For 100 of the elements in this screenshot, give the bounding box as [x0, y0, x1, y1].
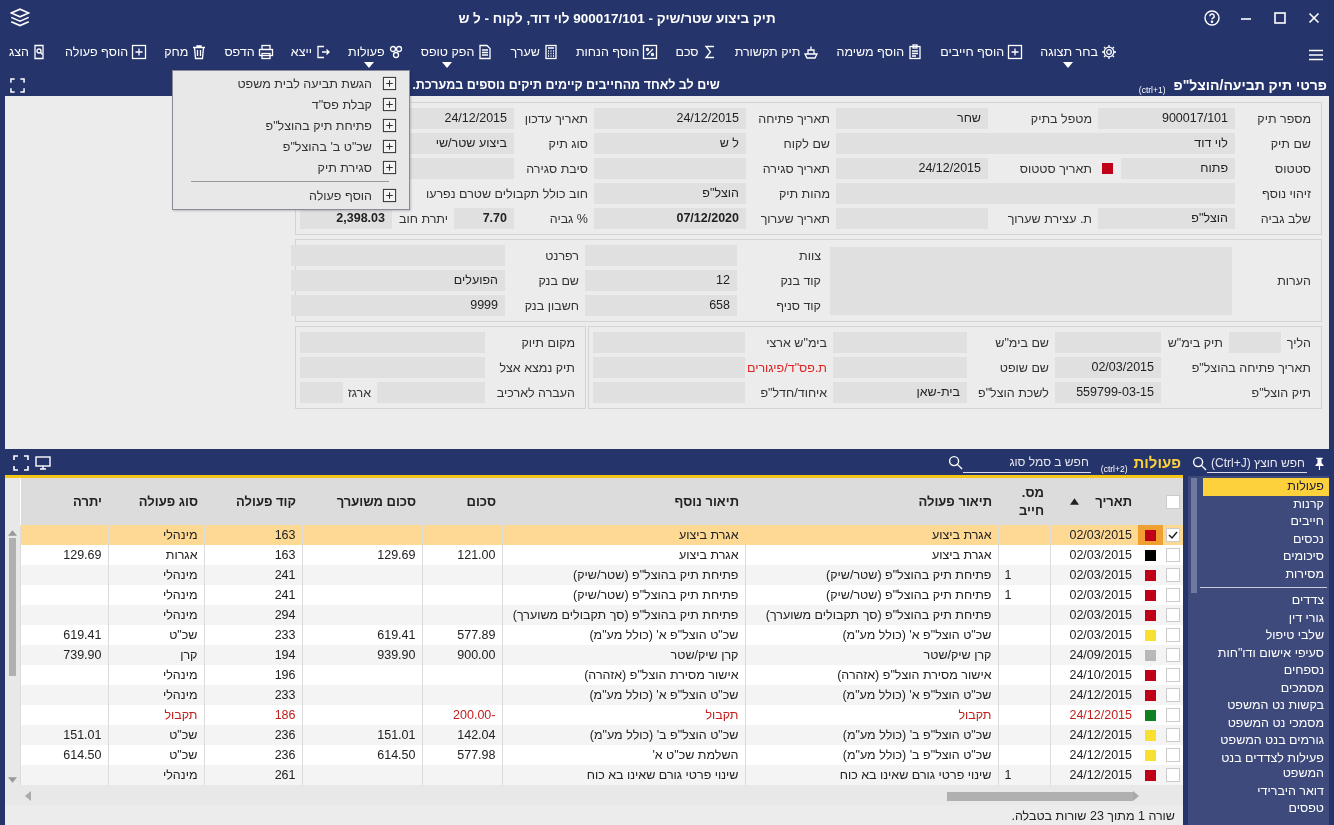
table-cell: אישור מסירת הוצל"פ (אזהרה) — [837, 668, 992, 682]
table-cell: 194 — [274, 648, 296, 662]
table-cell: שכ"ט — [169, 628, 198, 642]
table-cell: 151.01 — [63, 728, 102, 742]
field-label: מקום תיוק — [521, 335, 576, 350]
table-cell: שכ"ט הוצל"פ ב' (כולל מע"מ) — [842, 748, 992, 762]
table-cell: 1 — [1004, 768, 1012, 782]
table-cell: פתיחת תיק בהוצל"פ (שטר/שיק) — [826, 568, 992, 582]
table-cell: תקבול — [958, 708, 992, 722]
table-cell: 129.69 — [377, 548, 416, 562]
table-cell: קרן שיק/שטר — [923, 648, 992, 662]
table-cell: אישור מסירת הוצל"פ (אזהרה) — [584, 668, 739, 682]
table-cell: מינהלי — [163, 688, 198, 702]
field-label: ת. עצירת שערוך — [1007, 211, 1093, 226]
table-cell: 939.90 — [377, 648, 416, 662]
table-cell: שינוי פרטי גורם שאינו בא כוח — [839, 768, 992, 782]
table-cell: אגרת ביצוע — [931, 528, 992, 542]
table-cell: 619.41 — [377, 628, 416, 642]
table-cell: שכ"ט הוצל"פ ב' (כולל מע"מ) — [589, 728, 739, 742]
table-cell: 1 — [1004, 568, 1012, 582]
table-cell: פתיחת תיק בהוצל"פ (שטר/שיק) — [573, 568, 739, 582]
panel-title: פעולות — [1133, 454, 1181, 471]
field-label: הערות — [1276, 273, 1312, 288]
field-label: קוד סניף — [776, 298, 822, 313]
table-cell: מינהלי — [163, 668, 198, 682]
field-label: תאריך פתיחה — [758, 111, 831, 126]
table-cell: פתיחת תיק בהוצל"פ (שטר/שיק) — [826, 588, 992, 602]
table-cell: 236 — [274, 728, 296, 742]
table-cell: 24/12/2015 — [1069, 748, 1132, 762]
table-cell: פתיחת תיק בהוצל"פ (שטר/שיק) — [573, 588, 739, 602]
table-cell: 02/03/2015 — [1069, 588, 1132, 602]
table-cell: 261 — [274, 768, 296, 782]
table-cell: קרן — [180, 648, 198, 662]
field-label: ת.פס"ד/פיגורים — [746, 360, 828, 375]
table-cell: מינהלי — [163, 528, 198, 542]
table-cell: 151.01 — [377, 728, 416, 742]
table-cell: 24/12/2015 — [1069, 768, 1132, 782]
table-cell: שכ"ט — [169, 728, 198, 742]
table-cell: 121.00 — [457, 548, 496, 562]
field-label: שם לקוח — [783, 136, 831, 151]
table-cell: פתיחת תיק בהוצל"פ (סך תקבולים משוערך) — [765, 608, 992, 622]
field-label: סוג תיק — [548, 136, 589, 151]
field-label: צוות — [799, 248, 822, 263]
field-label: סטטוס — [1275, 161, 1312, 176]
table-cell: 02/03/2015 — [1069, 528, 1132, 542]
field-label: שם שופט — [999, 360, 1050, 375]
field-label: בימ"ש ארצי — [766, 335, 828, 350]
table-cell: אגרת ביצוע — [678, 528, 739, 542]
table-cell: 1 — [1004, 588, 1012, 602]
status-text: שורה 1 מתוך 23 שורות בטבלה. — [1011, 809, 1175, 823]
field-label: לשכת הוצל"פ — [978, 385, 1050, 400]
field-label: רפרנט — [545, 248, 580, 263]
table-cell: אגרת ביצוע — [678, 548, 739, 562]
table-cell: 614.50 — [377, 748, 416, 762]
field-label: מטפל בתיק — [1030, 111, 1093, 126]
field-label: תיק הוצל"פ — [1251, 385, 1312, 400]
shortcut-hint: (ctrl+1) — [1138, 85, 1166, 95]
field-label: שלב גביה — [1260, 211, 1312, 226]
table-cell: מינהלי — [163, 588, 198, 602]
table-cell: שינוי פרטי גורם שאינו בא כוח — [586, 768, 739, 782]
field-label: תאריך סגירה — [762, 161, 831, 176]
field-label: תיק בימ"ש — [1167, 335, 1224, 350]
field-label: שם בימ"ש — [995, 335, 1050, 350]
table-cell: 233 — [274, 688, 296, 702]
table-cell: 900.00 — [457, 648, 496, 662]
table-cell: 233 — [274, 628, 296, 642]
field-label: יתרת חוב — [399, 211, 449, 226]
table-cell: שכ"ט הוצל"פ א' (כולל מע"מ) — [842, 688, 992, 702]
table-cell: קרן שיק/שטר — [670, 648, 739, 662]
field-label: קוד בנק — [780, 273, 822, 288]
table-cell: 236 — [274, 748, 296, 762]
table-cell: מינהלי — [163, 568, 198, 582]
field-label: חוב כולל תקבולים שטרם נפרעו — [425, 186, 589, 201]
field-label: שם בנק — [538, 273, 580, 288]
field-label: זיהוי נוסף — [1262, 186, 1312, 201]
table-cell: 196 — [274, 668, 296, 682]
field-label: תאריך שערוך — [760, 211, 831, 226]
field-label: חשבון בנק — [524, 298, 580, 313]
field-label: תיק נמצא אצל — [499, 360, 576, 375]
table-cell: שכ"ט הוצל"פ ב' (כולל מע"מ) — [842, 728, 992, 742]
table-cell: 24/12/2015 — [1069, 728, 1132, 742]
table-cell: 02/03/2015 — [1069, 628, 1132, 642]
field-label: שם תיק — [1270, 136, 1312, 151]
field-label: ארגז — [347, 385, 372, 400]
field-label: % גביה — [549, 211, 589, 226]
table-cell: 24/10/2015 — [1069, 668, 1132, 682]
table-cell: תקבול — [164, 708, 198, 722]
table-cell: 619.41 — [63, 628, 102, 642]
table-cell: פתיחת תיק בהוצל"פ (סך תקבולים משוערך) — [512, 608, 739, 622]
table-cell: מינהלי — [163, 768, 198, 782]
field-label: העברה לארכיב — [496, 385, 576, 400]
field-label: איחוד/חדל"פ — [760, 385, 828, 400]
table-cell: 739.90 — [63, 648, 102, 662]
table-cell: 241 — [274, 568, 296, 582]
table-cell: אגרות — [165, 548, 198, 562]
table-cell: 186 — [274, 708, 296, 722]
field-label: תאריך פתיחה בהוצל"פ — [1191, 360, 1312, 375]
notice-text: שים לב לאחד מהחייבים קיימים תיקים נוספים במערכת. — [412, 78, 720, 92]
table-cell: 142.04 — [457, 728, 496, 742]
table-cell: 241 — [274, 588, 296, 602]
